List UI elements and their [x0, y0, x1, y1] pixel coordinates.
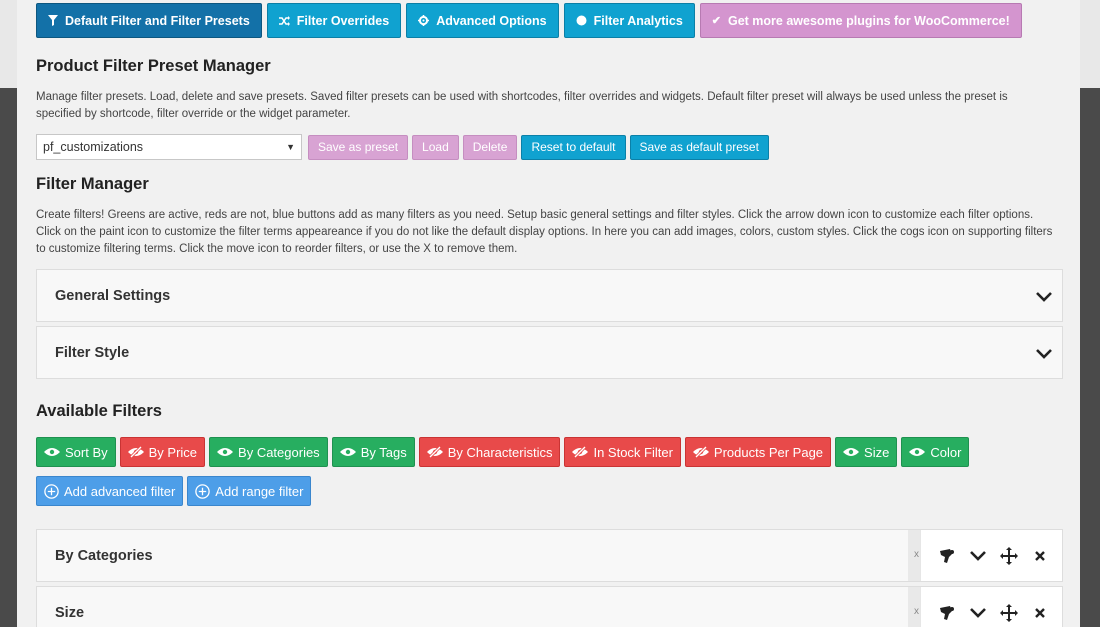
check-icon: ✔ [711, 15, 721, 27]
move-icon[interactable] [999, 546, 1019, 566]
filter-label: Sort By [65, 444, 108, 460]
filter-by-categories-button[interactable]: By Categories [209, 437, 328, 467]
eye-icon [909, 448, 926, 456]
filter-row-size[interactable]: Size x [36, 586, 1063, 627]
filter-label: By Characteristics [447, 444, 553, 460]
shuffle-icon [278, 15, 290, 26]
add-range-filter-button[interactable]: Add range filter [187, 476, 312, 506]
gear-icon [418, 15, 430, 26]
tab-label: Filter Analytics [593, 13, 683, 28]
filter-in-stock-button[interactable]: In Stock Filter [564, 437, 681, 467]
tab-label: Advanced Options [436, 13, 547, 28]
available-filters-list: Sort By By Price By Categories By Tags B… [36, 437, 1066, 506]
filter-sort-by-button[interactable]: Sort By [36, 437, 116, 467]
tab-bar: Default Filter and Filter Presets Filter… [36, 3, 1022, 38]
close-icon[interactable] [1030, 603, 1050, 623]
dropdown-arrow-icon: ▼ [286, 142, 295, 152]
tab-default-filter-presets[interactable]: Default Filter and Filter Presets [36, 3, 262, 38]
section-title: Filter Style [55, 344, 130, 361]
filter-row-controls [920, 587, 1062, 627]
tab-label: Filter Overrides [296, 13, 390, 28]
filter-row-title: By Categories [55, 547, 153, 564]
filter-manager-title: Filter Manager [36, 175, 149, 193]
filter-manager-description: Create filters! Greens are active, reds … [36, 209, 1053, 255]
move-icon[interactable] [999, 603, 1019, 623]
filter-row-by-categories[interactable]: By Categories x [36, 529, 1063, 582]
filter-label: Add advanced filter [64, 483, 176, 499]
eye-slash-icon [572, 446, 589, 458]
eye-icon [217, 448, 234, 456]
filter-by-price-button[interactable]: By Price [119, 437, 206, 467]
filter-label: Size [864, 444, 890, 460]
tab-more-plugins[interactable]: ✔ Get more awesome plugins for WooCommer… [699, 3, 1022, 38]
preset-select[interactable]: pf_customizations ▼ [36, 134, 302, 160]
eye-icon [44, 448, 60, 456]
load-button[interactable]: Load [412, 134, 459, 160]
settings-panel: Default Filter and Filter Presets Filter… [17, 0, 1080, 627]
close-icon[interactable] [1030, 546, 1050, 566]
pie-chart-icon [576, 15, 587, 26]
filter-row-controls [920, 530, 1062, 581]
preset-manager-title: Product Filter Preset Manager [36, 57, 271, 75]
plus-circle-icon [44, 483, 59, 499]
general-settings-section[interactable]: General Settings [36, 269, 1063, 322]
tab-filter-overrides[interactable]: Filter Overrides [266, 3, 402, 38]
tab-advanced-options[interactable]: Advanced Options [406, 3, 559, 38]
save-as-default-button[interactable]: Save as default preset [629, 134, 769, 160]
save-as-preset-button[interactable]: Save as preset [308, 134, 409, 160]
tab-label: Get more awesome plugins for WooCommerce… [728, 13, 1010, 28]
available-filters-title: Available Filters [36, 402, 162, 420]
backdrop-right [1080, 88, 1100, 627]
eye-icon [843, 448, 860, 456]
small-remove-label[interactable]: x [914, 606, 919, 617]
eye-slash-icon [127, 446, 144, 458]
preset-controls: pf_customizations ▼ Save as preset Load … [36, 134, 769, 160]
tab-filter-analytics[interactable]: Filter Analytics [563, 3, 695, 38]
eye-icon [339, 448, 356, 456]
eye-slash-icon [426, 446, 443, 458]
filter-icon [48, 15, 58, 26]
chevron-down-icon[interactable] [968, 603, 988, 623]
small-remove-label[interactable]: x [914, 549, 919, 560]
filter-label: In Stock Filter [593, 444, 673, 460]
section-title: General Settings [55, 287, 171, 304]
reset-to-default-button[interactable]: Reset to default [521, 134, 626, 160]
filter-color-button[interactable]: Color [901, 437, 970, 467]
filter-by-tags-button[interactable]: By Tags [331, 437, 415, 467]
chevron-down-icon[interactable] [1034, 343, 1054, 363]
filter-label: By Tags [360, 444, 407, 460]
filter-row-title: Size [55, 604, 85, 621]
preset-manager-description: Manage filter presets. Load, delete and … [36, 91, 1008, 120]
filter-label: Color [930, 444, 962, 460]
filter-products-per-page-button[interactable]: Products Per Page [684, 437, 832, 467]
plus-circle-icon [195, 483, 211, 499]
filter-label: Add range filter [215, 483, 304, 499]
filter-by-characteristics-button[interactable]: By Characteristics [418, 437, 561, 467]
chevron-down-icon[interactable] [968, 546, 988, 566]
delete-button[interactable]: Delete [462, 134, 518, 160]
paint-icon[interactable] [937, 546, 957, 566]
filter-label: By Price [148, 444, 198, 460]
tab-label: Default Filter and Filter Presets [65, 13, 250, 28]
filter-size-button[interactable]: Size [835, 437, 898, 467]
chevron-down-icon[interactable] [1034, 286, 1054, 306]
backdrop-left [0, 88, 17, 627]
add-advanced-filter-button[interactable]: Add advanced filter [36, 476, 184, 506]
filter-label: By Categories [238, 444, 320, 460]
preset-select-value: pf_customizations [43, 140, 144, 154]
paint-icon[interactable] [937, 603, 957, 623]
eye-slash-icon [692, 446, 709, 458]
filter-label: Products Per Page [713, 444, 824, 460]
filter-style-section[interactable]: Filter Style [36, 326, 1063, 379]
